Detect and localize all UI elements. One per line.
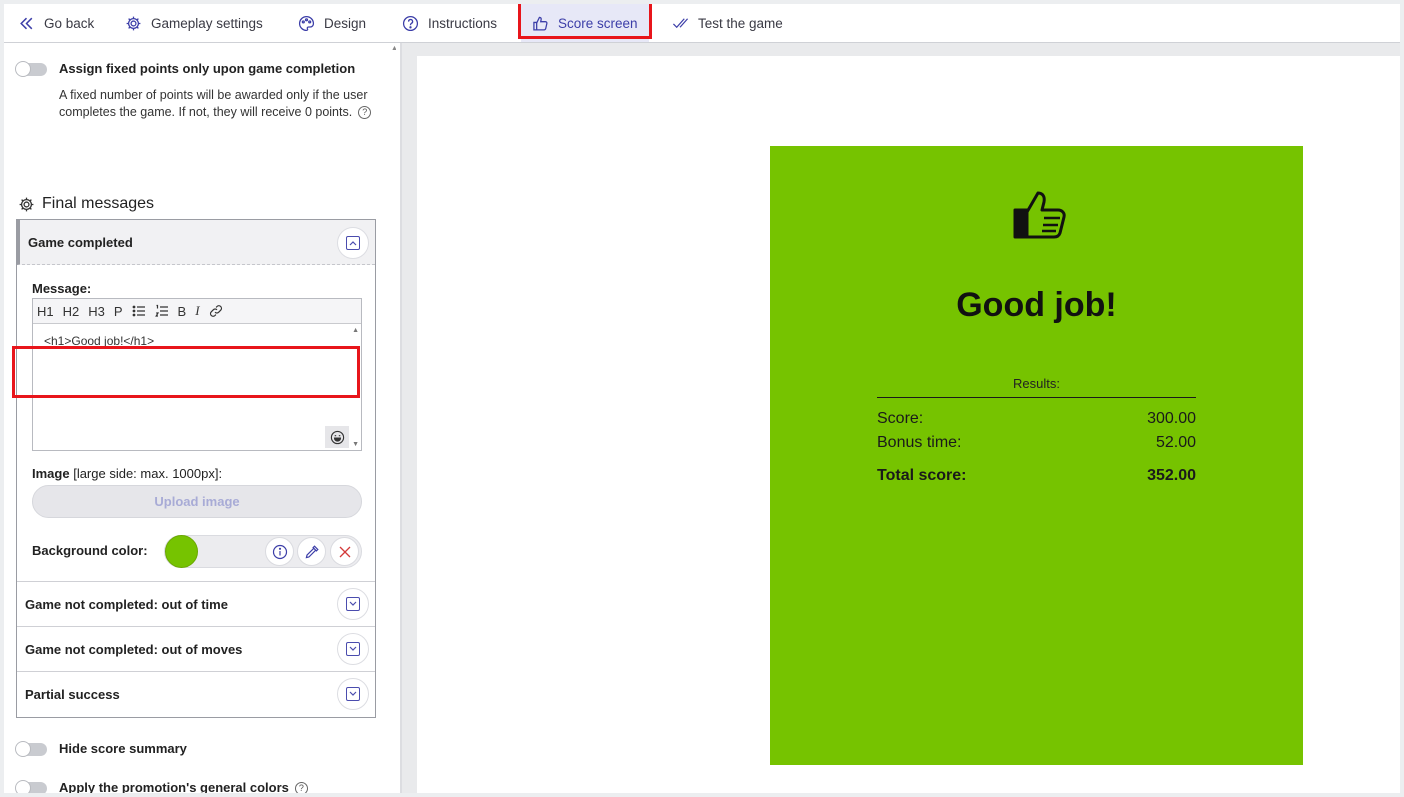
editor-toolbar: H1 H2 H3 P B I [33,299,361,324]
numbered-list-button[interactable] [154,304,169,318]
p-button[interactable]: P [114,304,123,319]
out-of-time-section[interactable]: Game not completed: out of time [17,581,375,626]
chevron-up-icon [349,241,357,246]
background-color-label: Background color: [32,543,148,558]
game-completed-title: Game completed [28,235,133,250]
editor-scroll-up[interactable]: ▲ [352,327,359,334]
bonus-label: Bonus time: [877,434,962,451]
h3-button[interactable]: H3 [88,304,105,319]
design-tab[interactable]: Design [298,4,366,42]
info-icon [272,544,287,559]
gameplay-settings-label: Gameplay settings [151,15,263,31]
instructions-label: Instructions [428,15,498,31]
bold-button[interactable]: B [178,304,187,319]
image-label: Image [large side: max. 1000px]: [32,466,223,481]
bonus-row: Bonus time: 52.00 [877,434,1196,452]
upload-image-button[interactable]: Upload image [32,485,362,518]
score-row: Score: 300.00 [877,410,1196,428]
card-title: Good job! [956,286,1117,324]
thumbs-up-icon [1013,191,1066,239]
go-back-label: Go back [44,15,95,31]
fixed-points-toggle[interactable] [15,61,47,77]
editor-scroll-down[interactable]: ▼ [352,441,359,448]
score-screen-label: Score screen [558,15,638,31]
help-icon[interactable]: ? [294,782,308,793]
thumbs-up-icon [533,16,548,31]
fixed-points-description: A fixed number of points will be awarded… [59,87,379,120]
link-button[interactable] [209,304,223,318]
eyedropper-icon [305,544,319,558]
final-messages-title: Final messages [18,195,154,213]
go-back-button[interactable]: Go back [18,4,94,42]
total-value: 352.00 [1147,467,1196,484]
fixed-points-label: Assign fixed points only upon game compl… [59,61,356,76]
double-check-icon [672,17,689,28]
score-value: 300.00 [1147,410,1196,427]
expand-button[interactable] [337,678,369,710]
background-color-picker[interactable] [164,535,362,568]
final-messages-accordion: Game completed Message: H1 H2 H3 P B I <… [16,219,376,718]
palette-icon [298,15,315,31]
app-window: Go back Gameplay settings Design Instruc… [4,4,1400,793]
total-row: Total score: 352.00 [877,467,1196,485]
results-divider [877,397,1196,398]
emoji-button[interactable] [325,426,349,448]
test-game-label: Test the game [698,15,783,31]
test-game-tab[interactable]: Test the game [672,4,783,42]
score-card: Good job! Results: Score: 300.00 Bonus t… [770,146,1303,765]
bullet-list-icon [132,305,145,317]
message-label: Message: [32,281,92,296]
link-icon [209,305,222,317]
design-label: Design [324,15,367,31]
clear-color-button[interactable] [330,537,359,566]
collapse-button[interactable] [337,227,369,259]
message-editor[interactable]: H1 H2 H3 P B I <h1>Good job!</h1> ▲ ▼ [32,298,362,451]
score-preview: Good job! Results: Score: 300.00 Bonus t… [417,56,1400,793]
h2-button[interactable]: H2 [63,304,80,319]
eyedropper-button[interactable] [297,537,326,566]
color-swatch[interactable] [165,535,198,568]
expand-button[interactable] [337,633,369,665]
double-chevron-left-icon [20,17,33,29]
hide-score-summary-label: Hide score summary [59,741,187,756]
settings-panel: ▲ Assign fixed points only upon game com… [4,43,396,793]
gear-icon [19,197,34,211]
partial-success-section[interactable]: Partial success [17,671,375,716]
results-label: Results: [1013,376,1060,391]
bullet-list-button[interactable] [132,304,146,318]
score-screen-tab[interactable]: Score screen [521,4,649,42]
italic-button[interactable]: I [195,303,199,319]
numbered-list-icon [154,304,168,317]
bonus-value: 52.00 [1155,434,1196,451]
help-icon[interactable]: ? [358,105,372,119]
chevron-down-icon [349,691,357,696]
chevron-down-icon [349,601,357,606]
message-text: <h1>Good job!</h1> [44,334,155,348]
top-nav: Go back Gameplay settings Design Instruc… [4,4,1400,43]
score-label: Score: [877,410,924,427]
h1-button[interactable]: H1 [37,304,54,319]
scroll-up-arrow[interactable]: ▲ [391,45,396,52]
close-icon [339,546,350,557]
apply-colors-toggle[interactable] [15,780,47,793]
instructions-tab[interactable]: Instructions [402,4,497,42]
gameplay-settings-tab[interactable]: Gameplay settings [125,4,263,42]
hide-score-summary-toggle[interactable] [15,741,47,757]
gear-icon [126,16,141,30]
game-completed-header[interactable]: Game completed [17,220,375,265]
total-label: Total score: [877,467,967,484]
color-info-button[interactable] [265,537,294,566]
chevron-down-icon [349,646,357,651]
out-of-moves-section[interactable]: Game not completed: out of moves [17,626,375,671]
out-of-moves-title: Game not completed: out of moves [25,642,243,657]
emoji-icon [330,430,344,444]
apply-colors-label: Apply the promotion's general colors? [59,780,308,793]
expand-button[interactable] [337,588,369,620]
partial-success-title: Partial success [25,687,120,702]
out-of-time-title: Game not completed: out of time [25,597,228,612]
question-circle-icon [402,15,419,31]
